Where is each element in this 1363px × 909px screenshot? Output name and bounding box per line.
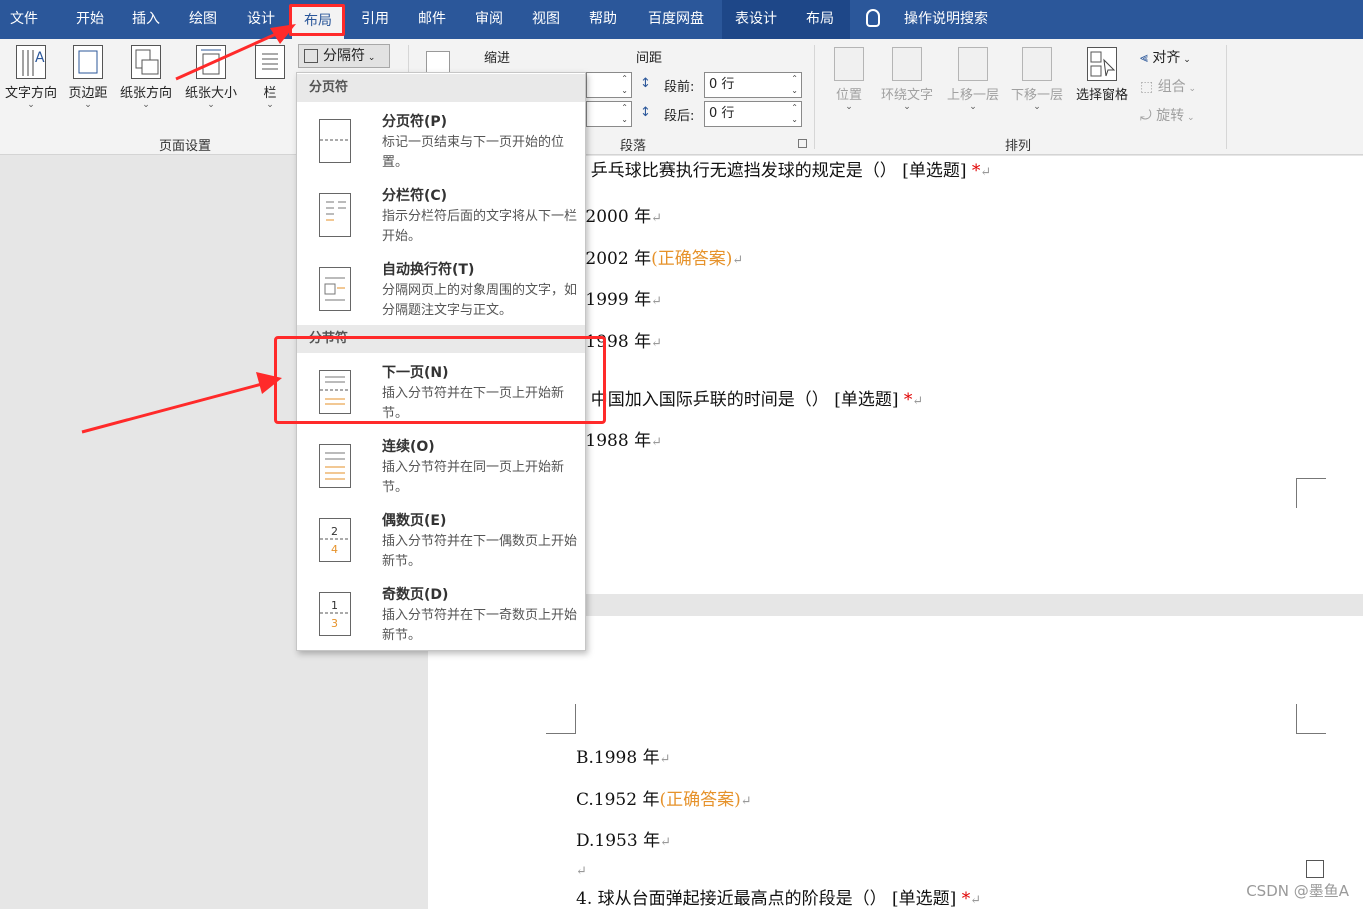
crop-mark: [1296, 478, 1326, 508]
paragraph-dialog-launcher-icon[interactable]: [798, 139, 807, 148]
columns-button[interactable]: 栏 ⌄: [250, 45, 290, 110]
indent-right-stepper[interactable]: ⌃ ⌄: [586, 101, 632, 127]
ribbon: A 文字方向 ⌄ 页边距 ⌄ 纸张方向 ⌄ 纸张大小 ⌄ 栏 ⌄ 页面设置 分隔符 ⌄ 缩…: [0, 39, 1363, 155]
group-button[interactable]: ⬚ 组合 ⌄: [1140, 76, 1196, 96]
text-wrapping-break-icon: [319, 267, 351, 311]
svg-text:4: 4: [331, 543, 338, 556]
tab-review[interactable]: 审阅: [460, 0, 518, 39]
orientation-button[interactable]: 纸张方向 ⌄: [114, 45, 178, 110]
document-page[interactable]: B.1998 年↵ C.1952 年(正确答案)↵ D.1953 年↵ ↵ 4.…: [428, 616, 1363, 909]
rotate-button[interactable]: ⤾ 旋转 ⌄: [1140, 105, 1195, 125]
document-area: . 乒乓球比赛执行无遮挡发球的规定是（） [单选题] *↵ .2000 年↵ .…: [0, 156, 1363, 909]
next-page-highlight-box: [274, 336, 606, 424]
rotate-icon: ⤾: [1140, 108, 1157, 124]
tab-table-design[interactable]: 表设计: [722, 0, 790, 39]
tab-design[interactable]: 设计: [232, 0, 290, 39]
arrange-group-label: 排列: [1004, 139, 1031, 154]
align-button[interactable]: ⫷ 对齐 ⌄: [1140, 47, 1191, 67]
svg-text:A: A: [35, 50, 45, 66]
crop-mark: [1296, 704, 1326, 734]
menu-item-continuous[interactable]: 连续(O) 插入分节符并在同一页上开始新节。: [297, 432, 585, 506]
question-4: 4. 球从台面弹起接近最高点的阶段是（） [单选题] *↵: [576, 889, 982, 909]
breaks-icon: [304, 49, 318, 63]
bring-forward-icon: [958, 47, 988, 81]
svg-text:3: 3: [331, 617, 338, 630]
svg-text:2: 2: [331, 525, 338, 538]
size-button[interactable]: 纸张大小 ⌄: [178, 45, 244, 110]
tab-draw[interactable]: 绘图: [174, 0, 232, 39]
text-direction-icon: A: [16, 45, 46, 79]
lightbulb-icon: [866, 9, 880, 27]
columns-icon: [255, 45, 285, 79]
tab-help[interactable]: 帮助: [574, 0, 632, 39]
wrap-text-icon: [892, 47, 922, 81]
selection-pane-icon: [1087, 47, 1117, 81]
tab-file[interactable]: 文件: [0, 0, 48, 39]
spacing-after-icon: ↕: [640, 105, 651, 120]
spacing-after-label: 段后:: [664, 109, 695, 124]
page-breaks-header: 分页符: [297, 74, 585, 102]
tab-baidu-netdisk[interactable]: 百度网盘: [632, 0, 720, 39]
ribbon-tab-bar: 文件 开始 插入 绘图 设计 布局 引用 邮件 审阅 视图 帮助 百度网盘 表设…: [0, 0, 1363, 39]
paragraph-group-label: 段落: [619, 139, 646, 154]
menu-item-page-break[interactable]: 分页符(P) 标记一页结束与下一页开始的位置。: [297, 107, 585, 181]
question-3-option-b: B.1998 年↵: [576, 748, 671, 768]
tab-home[interactable]: 开始: [62, 0, 118, 39]
menu-item-odd-page[interactable]: 13 奇数页(D) 插入分节符并在下一奇数页上开始新节。: [297, 580, 585, 654]
send-backward-button[interactable]: 下移一层 ⌄: [1006, 47, 1068, 112]
align-icon: ⫷: [1140, 50, 1153, 66]
spacing-after-stepper[interactable]: 0 行 ⌃ ⌄: [704, 101, 802, 127]
spacing-before-icon: ↕: [640, 76, 651, 91]
paper-size-icon: [196, 45, 226, 79]
question-3-option-c: C.1952 年(正确答案)↵: [576, 790, 752, 810]
page-break-icon: [312, 119, 351, 163]
crop-mark: [546, 704, 576, 734]
menu-item-column-break[interactable]: 分栏符(C) 指示分栏符后面的文字将从下一栏开始。: [297, 181, 585, 255]
menu-item-even-page[interactable]: 24 偶数页(E) 插入分节符并在下一偶数页上开始新节。: [297, 506, 585, 580]
menu-item-text-wrapping-break[interactable]: 自动换行符(T) 分隔网页上的对象周围的文字，如分隔题注文字与正文。: [297, 255, 585, 329]
tab-mailings[interactable]: 邮件: [404, 0, 460, 39]
continuous-section-icon: [319, 444, 351, 488]
tab-table-layout[interactable]: 布局: [790, 0, 850, 39]
even-page-section-icon: 24: [319, 518, 351, 562]
bring-forward-button[interactable]: 上移一层 ⌄: [942, 47, 1004, 112]
wrap-text-button[interactable]: 环绕文字 ⌄: [874, 47, 940, 112]
indent-label: 缩进: [484, 51, 511, 66]
tab-insert[interactable]: 插入: [118, 0, 174, 39]
orientation-icon: [131, 45, 161, 79]
question-3-option-a: .1988 年↵: [580, 431, 662, 451]
empty-paragraph-mark: ↵: [576, 864, 587, 879]
question-2-option-c: .1999 年↵: [580, 290, 662, 310]
question-3: . 中国加入国际乒联的时间是（） [单选题] *↵: [580, 390, 924, 410]
group-icon: ⬚: [1140, 79, 1158, 95]
column-break-icon: [319, 193, 351, 237]
margins-button[interactable]: 页边距 ⌄: [62, 45, 114, 110]
spacing-before-stepper[interactable]: 0 行 ⌃ ⌄: [704, 72, 802, 98]
question-2-option-b: .2002 年(正确答案)↵: [580, 249, 744, 269]
question-2-option-a: .2000 年↵: [580, 207, 662, 227]
svg-text:1: 1: [331, 599, 338, 612]
ribbon-separator: [1226, 45, 1227, 149]
spacing-before-label: 段前:: [664, 80, 695, 95]
send-backward-icon: [1022, 47, 1052, 81]
question-2: . 乒乓球比赛执行无遮挡发球的规定是（） [单选题] *↵: [580, 161, 992, 181]
odd-page-section-icon: 13: [319, 592, 351, 636]
indent-left-stepper[interactable]: ⌃ ⌄: [586, 72, 632, 98]
margins-icon: [73, 45, 103, 79]
ribbon-separator: [814, 45, 815, 149]
tab-highlight-box: [289, 4, 345, 36]
question-3-option-d: D.1953 年↵: [576, 831, 672, 851]
watermark: CSDN @墨鱼A: [1246, 882, 1349, 900]
position-icon: [834, 47, 864, 81]
breaks-button[interactable]: 分隔符 ⌄: [298, 44, 390, 68]
text-direction-button[interactable]: A 文字方向 ⌄: [0, 45, 62, 110]
position-button[interactable]: 位置 ⌄: [828, 47, 870, 112]
tell-me-search[interactable]: 操作说明搜索: [888, 0, 1004, 39]
layout-options-icon[interactable]: [1306, 860, 1324, 878]
tab-view[interactable]: 视图: [518, 0, 574, 39]
spacing-label: 间距: [636, 51, 663, 66]
tab-references[interactable]: 引用: [346, 0, 404, 39]
selection-pane-button[interactable]: 选择窗格: [1070, 47, 1134, 103]
